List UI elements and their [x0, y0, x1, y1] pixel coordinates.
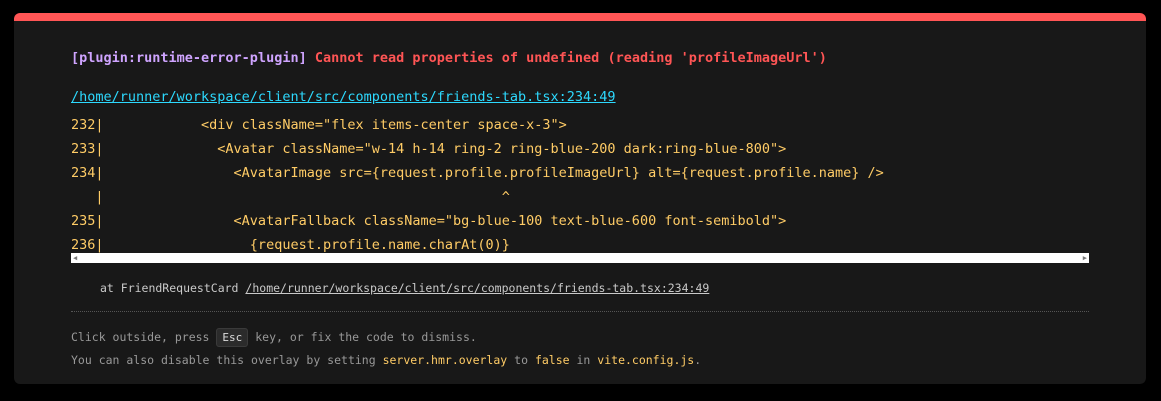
- config-key: server.hmr.overlay: [382, 353, 508, 367]
- disable-tip: You can also disable this overlay by set…: [71, 353, 701, 367]
- code-line: 234| <AvatarImage src={request.profile.p…: [71, 165, 884, 181]
- error-overlay: [plugin:runtime-error-plugin] Cannot rea…: [14, 13, 1146, 384]
- code-frame: 232| <div className="flex items-center s…: [71, 113, 1089, 257]
- tip-text: You can also disable this overlay by set…: [71, 353, 376, 367]
- stack-trace: at FriendRequestCard /home/runner/worksp…: [100, 281, 709, 295]
- divider: [71, 311, 1089, 312]
- stack-file-link[interactable]: /home/runner/workspace/client/src/compon…: [245, 281, 709, 295]
- code-line: 233| <Avatar className="w-14 h-14 ring-2…: [71, 141, 787, 157]
- code-line: 235| <AvatarFallback className="bg-blue-…: [71, 213, 787, 229]
- code-line-caret: | ^: [71, 189, 510, 205]
- config-file: vite.config.js: [597, 353, 695, 367]
- code-line: 232| <div className="flex items-center s…: [71, 117, 567, 133]
- tip-text: in: [576, 353, 591, 367]
- error-file-link[interactable]: /home/runner/workspace/client/src/compon…: [71, 89, 616, 105]
- error-text: Cannot read properties of undefined (rea…: [314, 50, 827, 66]
- tip-text: key, or fix the code to dismiss.: [255, 330, 477, 344]
- tip-text: to: [514, 353, 528, 367]
- error-plugin: [plugin:runtime-error-plugin]: [71, 50, 307, 66]
- tip-text: Click outside, press: [71, 330, 210, 344]
- stack-prefix: at FriendRequestCard: [100, 281, 239, 295]
- scroll-left-arrow-icon[interactable]: ◀: [73, 254, 77, 262]
- dismiss-tip: Click outside, press Esc key, or fix the…: [71, 328, 477, 347]
- error-message: [plugin:runtime-error-plugin] Cannot rea…: [71, 50, 827, 66]
- config-value: false: [534, 353, 570, 367]
- esc-key: Esc: [216, 328, 249, 347]
- horizontal-scrollbar[interactable]: ◀ ▶: [71, 253, 1089, 263]
- tip-text: .: [694, 353, 702, 367]
- scroll-right-arrow-icon[interactable]: ▶: [1083, 254, 1087, 262]
